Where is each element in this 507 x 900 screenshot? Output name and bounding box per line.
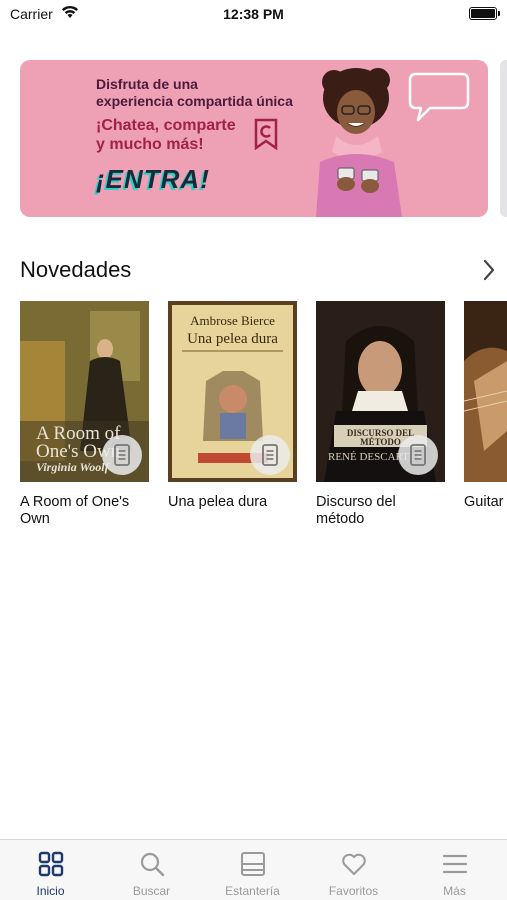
tab-label: Buscar — [132, 884, 171, 898]
heart-icon — [342, 853, 366, 875]
book-cover[interactable] — [464, 301, 507, 482]
search-icon — [140, 852, 165, 877]
document-icon — [250, 435, 290, 475]
banner-subline-2: y mucho más! — [96, 136, 204, 153]
promo-banner[interactable]: Disfruta de una experiencia compartida ú… — [20, 60, 488, 217]
shelf-icon — [241, 852, 265, 876]
book-title[interactable]: A Room of One's Own — [20, 494, 149, 528]
tab-estanteria[interactable]: Estantería — [202, 840, 303, 900]
book-title[interactable]: Una pelea dura — [168, 494, 297, 511]
section-title-novedades: Novedades — [20, 257, 132, 282]
banner-subline-1: ¡Chatea, comparte — [96, 117, 236, 134]
menu-icon — [442, 854, 468, 874]
book-card[interactable]: Guitar — [464, 301, 507, 511]
chat-bubble-icon — [408, 72, 470, 122]
next-banner-peek[interactable] — [500, 60, 507, 217]
book-card[interactable]: Ambrose Bierce Una pelea dura Una pelea … — [168, 301, 297, 511]
tab-inicio[interactable]: Inicio — [0, 840, 101, 900]
tab-buscar[interactable]: Buscar — [101, 840, 202, 900]
tab-mas[interactable]: Más — [404, 840, 505, 900]
book-title[interactable]: Discurso del método — [316, 494, 426, 528]
book-card[interactable]: DISCURSO DEL MÉTODO RENÉ DESCARTES Discu… — [316, 301, 445, 528]
book-card[interactable]: A Room of One's Own Virginia Woolf A Roo… — [20, 301, 149, 528]
document-icon — [398, 435, 438, 475]
tab-label: Inicio — [36, 884, 65, 898]
bookmark-logo-icon — [254, 118, 278, 150]
document-icon — [102, 435, 142, 475]
cover-author: Ambrose Bierce — [190, 313, 275, 328]
tab-bar: Inicio Buscar Estantería Favoritos Más — [0, 839, 507, 900]
cover-author: Virginia Woolf — [36, 460, 109, 474]
book-cover[interactable]: A Room of One's Own Virginia Woolf — [20, 301, 149, 482]
book-cover[interactable]: Ambrose Bierce Una pelea dura — [168, 301, 297, 482]
clock: 12:38 PM — [223, 6, 284, 22]
banner-headline-1: Disfruta de una — [96, 76, 198, 92]
chevron-right-icon[interactable] — [482, 259, 496, 281]
banner-headline-2: experiencia compartida única — [96, 93, 293, 109]
woman-with-phone-illustration — [316, 68, 402, 217]
cover-title: Una pelea dura — [187, 331, 278, 347]
tab-label: Más — [443, 884, 466, 898]
cover-art — [464, 301, 507, 482]
battery-icon — [469, 7, 500, 20]
book-title[interactable]: Guitar — [464, 494, 507, 511]
tab-favoritos[interactable]: Favoritos — [303, 840, 404, 900]
status-bar: Carrier 12:38 PM — [0, 0, 507, 28]
book-cover[interactable]: DISCURSO DEL MÉTODO RENÉ DESCARTES — [316, 301, 445, 482]
grid-icon — [38, 851, 64, 877]
banner-cta[interactable]: ¡ENTRA! — [96, 164, 210, 195]
tab-label: Favoritos — [328, 884, 379, 898]
tab-label: Estantería — [225, 884, 280, 898]
